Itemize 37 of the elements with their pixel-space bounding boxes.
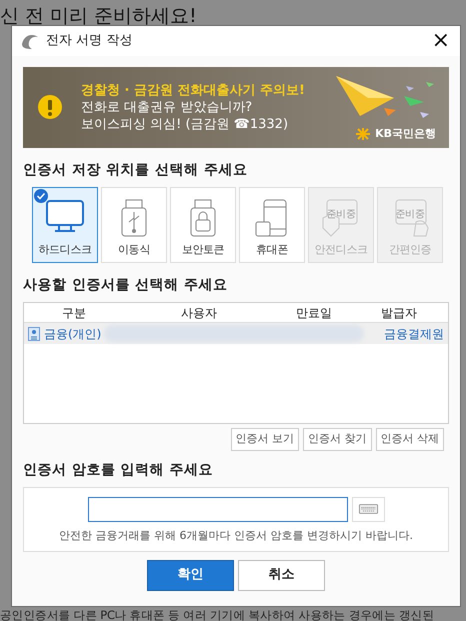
hint-text: 안전한 금융거래를 위해 6개월마다 인증서 암호를 변경하시기 바랍니다. — [59, 528, 413, 544]
section-heading: 인증서 암호를 입력해 주세요 — [23, 460, 214, 480]
banner-headline: 경찰청 · 금감원 전화대출사기 주의보! — [81, 82, 305, 100]
certificate-button[interactable]: 인증서 삭제 — [376, 428, 444, 450]
bank-name: KB국민은행 — [375, 126, 436, 142]
storage-option[interactable]: 이동식 — [101, 187, 167, 263]
cancel-button[interactable]: 취소 — [238, 560, 325, 590]
column-header: 구분 — [61, 304, 87, 322]
section-heading: 인증서 저장 위치를 선택해 주세요 — [23, 161, 248, 180]
page-text: 공인인증서를 다른 PC나 휴대폰 등 여러 기기에 복사하여 사용하는 경우에는 갱신된 — [0, 607, 434, 621]
certificate-icon — [28, 326, 40, 340]
column-header: 사용자 — [180, 304, 218, 322]
certificate-button[interactable]: 인증서 보기 — [230, 428, 299, 450]
column-header: 만료일 — [295, 304, 333, 322]
star-icon — [354, 126, 372, 141]
close-button[interactable]: × — [430, 30, 452, 52]
password-field[interactable] — [88, 496, 348, 522]
table-row[interactable]: 금융(개인) 금융결제원 — [24, 323, 448, 344]
status-label: 준비중 — [394, 208, 426, 222]
check-icon — [34, 189, 48, 203]
table-cell-text: 금융(개인) — [44, 326, 102, 342]
storage-option[interactable]: 휴대폰 — [239, 187, 305, 263]
column-header: 발급자 — [380, 304, 418, 322]
keyboard-button[interactable] — [352, 496, 384, 522]
confirm-button[interactable]: 확인 — [147, 560, 234, 590]
banner-text: 보이스피싱 의심! (금감원 ☎1332) — [81, 117, 290, 134]
storage-option[interactable]: 하드디스크 — [32, 187, 98, 263]
window-title: 전자 서명 작성 — [46, 32, 132, 50]
storage-option[interactable]: 보안토큰 — [170, 187, 236, 263]
section-heading: 사용할 인증서를 선택해 주세요 — [23, 276, 229, 295]
certificate-button[interactable]: 인증서 찾기 — [303, 428, 372, 450]
banner-text: 전화로 대출권유 받았습니까? — [81, 100, 254, 118]
warning-icon — [37, 94, 63, 120]
page-heading: 신 전 미리 준비하세요! — [0, 4, 197, 29]
table-cell-text: 금융결제원 — [383, 326, 445, 342]
status-label: 준비중 — [326, 208, 356, 222]
keyboard-icon — [358, 503, 378, 515]
